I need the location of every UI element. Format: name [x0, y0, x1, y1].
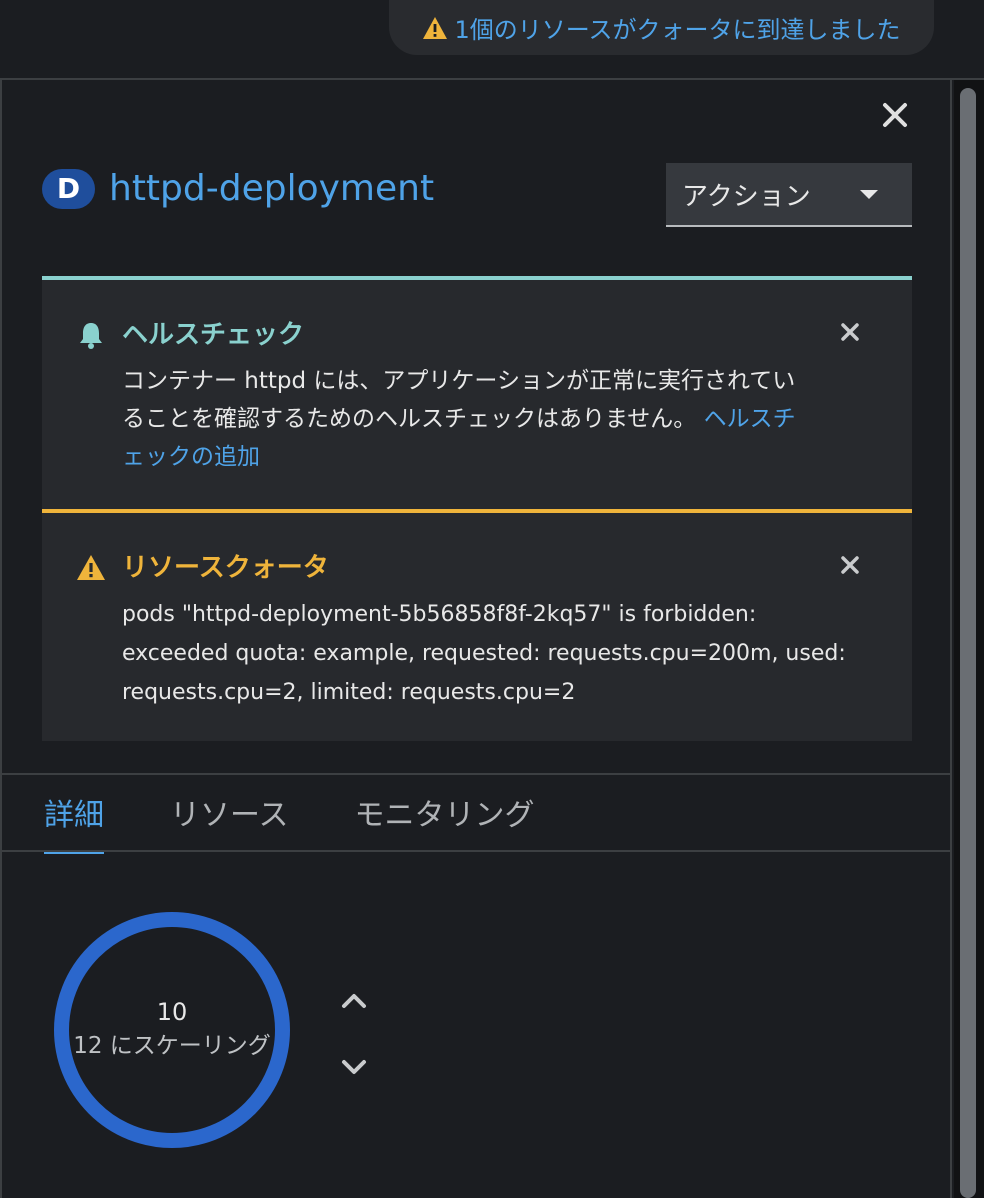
caret-down-icon — [860, 189, 878, 199]
actions-dropdown[interactable]: アクション — [666, 163, 912, 227]
alert-body-line: requests.cpu=2, limited: requests.cpu=2 — [122, 680, 576, 705]
close-drawer-icon[interactable] — [880, 100, 910, 130]
scale-up-icon[interactable] — [340, 990, 368, 1010]
quota-notification-text: 1個のリソースがクォータに到達しました — [454, 16, 901, 44]
quota-notification[interactable]: 1個のリソースがクォータに到達しました — [389, 0, 934, 55]
scaling-label: 12 にスケーリング — [73, 1033, 271, 1059]
alert-title: ヘルスチェック — [122, 320, 305, 350]
warning-icon — [423, 16, 448, 39]
alert-body-line: コンテナー httpd には、アプリケーションが正常に実行されてい — [122, 368, 796, 394]
pod-count: 10 — [156, 998, 188, 1026]
tab-details[interactable]: 詳細 — [44, 790, 104, 854]
actions-label: アクション — [682, 181, 811, 212]
divider — [2, 850, 952, 852]
tab-monitoring[interactable]: モニタリング — [355, 790, 535, 854]
health-check-alert: ヘルスチェック コンテナー httpd には、アプリケーションが正常に実行されて… — [42, 276, 912, 509]
deployment-badge: D — [42, 168, 95, 209]
alert-body-line: pods "httpd-deployment-5b56858f8f-2kq57"… — [122, 602, 757, 627]
tab-bar: 詳細 リソース モニタリング — [44, 790, 601, 854]
alert-body: pods "httpd-deployment-5b56858f8f-2kq57"… — [122, 595, 882, 712]
close-alert-icon[interactable] — [840, 322, 860, 342]
alert-body: コンテナー httpd には、アプリケーションが正常に実行されてい ることを確認… — [122, 362, 882, 476]
add-health-check-link[interactable]: ヘルスチ — [704, 406, 796, 432]
close-alert-icon[interactable] — [840, 555, 860, 575]
scale-down-icon[interactable] — [340, 1058, 368, 1078]
scrollbar-thumb[interactable] — [960, 88, 976, 1198]
alert-body-line: exceeded quota: example, requested: requ… — [122, 641, 846, 666]
alert-body-text: ることを確認するためのヘルスチェックはありません。 — [122, 406, 697, 432]
resource-quota-alert: リソースクォータ pods "httpd-deployment-5b56858f… — [42, 509, 912, 741]
alert-body-line: ることを確認するためのヘルスチェックはありません。 ヘルスチ — [122, 400, 882, 438]
top-bar: 1個のリソースがクォータに到達しました — [0, 0, 984, 80]
drawer-header: D httpd-deployment — [42, 168, 434, 209]
warning-icon — [77, 555, 105, 580]
divider — [2, 773, 952, 775]
add-health-check-link-cont[interactable]: ェックの追加 — [122, 438, 882, 476]
alert-title: リソースクォータ — [122, 553, 329, 583]
resource-title[interactable]: httpd-deployment — [109, 168, 434, 209]
bell-icon — [80, 323, 102, 349]
tab-resources[interactable]: リソース — [170, 790, 289, 854]
